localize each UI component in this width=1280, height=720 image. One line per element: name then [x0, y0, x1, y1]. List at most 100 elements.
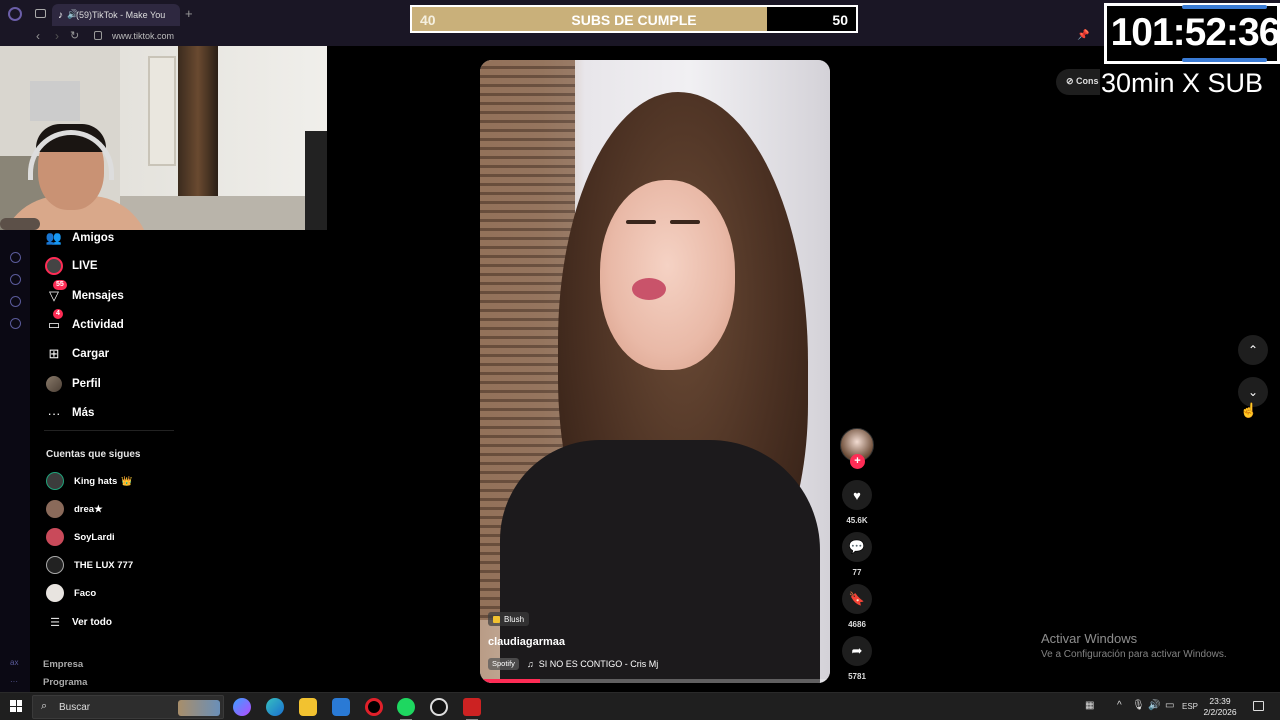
- taskbar-search[interactable]: ⌕ Buscar: [32, 695, 224, 719]
- new-tab-icon[interactable]: +: [185, 6, 193, 21]
- reload-icon[interactable]: ↻: [70, 29, 79, 42]
- save-count: 4686: [848, 620, 866, 629]
- sidebar-item-upload[interactable]: ⊞ Cargar: [44, 343, 110, 365]
- chevron-down-icon: ⌄: [1247, 385, 1259, 399]
- opera-logo-icon[interactable]: [8, 7, 22, 21]
- subs-current: 40: [420, 12, 436, 28]
- sidebar-history-icon[interactable]: [10, 274, 21, 285]
- like-button[interactable]: ♥: [842, 480, 872, 510]
- activity-badge: 4: [53, 309, 63, 319]
- following-name: Faco: [74, 587, 97, 599]
- url-field[interactable]: www.tiktok.com: [112, 31, 174, 41]
- video-tag[interactable]: Blush: [488, 612, 530, 626]
- keyboard-icon[interactable]: ▦: [1085, 700, 1094, 711]
- opera-gx-icon[interactable]: [365, 698, 383, 716]
- comment-button[interactable]: 💬: [842, 532, 872, 562]
- sidebar-item-label: Actividad: [72, 319, 124, 331]
- following-item[interactable]: SoyLardi: [46, 528, 115, 546]
- video-music[interactable]: Spotify ♫ SI NO ES CONTIGO - Cris Mj: [488, 658, 658, 670]
- sidebar-item-profile[interactable]: Perfil: [44, 373, 101, 395]
- back-icon[interactable]: ‹: [36, 29, 40, 43]
- sidebar-extensions-icon[interactable]: [10, 296, 21, 307]
- taskbar-clock[interactable]: 23:39 2/2/2026: [1200, 696, 1240, 718]
- app-x-icon[interactable]: [463, 698, 481, 720]
- following-item[interactable]: King hats 👑: [46, 472, 133, 490]
- following-title: Cuentas que sigues: [46, 449, 141, 460]
- tray-chevron-icon[interactable]: ^: [1117, 700, 1122, 711]
- volume-icon[interactable]: 🔊: [1148, 700, 1160, 711]
- following-item[interactable]: drea★: [46, 500, 103, 518]
- sidebar-item-friends[interactable]: 👥 Amigos: [44, 227, 114, 249]
- comment-count: 77: [852, 568, 862, 577]
- heart-icon: ♥: [853, 487, 861, 503]
- activation-title: Activar Windows: [1041, 631, 1138, 646]
- timer-accent-top: [1182, 5, 1267, 9]
- messages-badge: 55: [53, 280, 67, 290]
- mail-icon[interactable]: [332, 698, 350, 716]
- sidebar-ax-icon[interactable]: ax: [10, 658, 18, 667]
- avatar: [46, 584, 64, 602]
- speaker-icon: 🔊: [67, 9, 79, 19]
- video-player[interactable]: Blush claudiagarmaa Spotify ♫ SI NO ES C…: [480, 60, 830, 683]
- file-explorer-icon[interactable]: [299, 698, 317, 716]
- video-progress[interactable]: [480, 679, 830, 683]
- friends-icon: 👥: [45, 230, 63, 245]
- follow-plus-icon[interactable]: +: [850, 454, 865, 469]
- sidebar-item-label: Cargar: [72, 348, 110, 360]
- obs-icon[interactable]: [430, 698, 448, 716]
- sidebar-item-messages[interactable]: ▽ 55 Mensajes: [44, 280, 124, 307]
- crown-icon: 👑: [121, 475, 133, 486]
- tab-switch-icon[interactable]: [35, 9, 46, 18]
- microphone-icon[interactable]: 🎙: [1132, 700, 1145, 711]
- save-button[interactable]: 🔖: [842, 584, 872, 614]
- following-item[interactable]: THE LUX 777: [46, 556, 133, 574]
- sidebar-settings-icon[interactable]: [10, 318, 21, 329]
- sidebar-player-icon[interactable]: [10, 252, 21, 263]
- notifications-icon[interactable]: [1253, 701, 1264, 711]
- spotify-icon[interactable]: [397, 698, 415, 720]
- footer-link-business[interactable]: Empresa: [43, 659, 83, 670]
- timer-accent-bottom: [1182, 58, 1267, 62]
- share-button[interactable]: ➦: [842, 636, 872, 666]
- spotify-badge: Spotify: [488, 658, 519, 670]
- sidebar-more-icon[interactable]: ···: [10, 677, 18, 686]
- following-name: King hats: [74, 475, 118, 487]
- see-all-link[interactable]: ☰ Ver todo: [46, 616, 112, 629]
- tag-icon: [493, 616, 500, 623]
- video-progress-fill: [480, 679, 540, 683]
- sidebar-item-label: LIVE: [72, 260, 98, 272]
- avatar: [46, 556, 64, 574]
- pin-icon[interactable]: 📌: [1077, 30, 1089, 41]
- music-note-icon: ♫: [526, 659, 534, 669]
- subs-target: 50: [832, 12, 848, 28]
- forward-icon[interactable]: ›: [55, 29, 59, 43]
- chevron-up-icon: ⌃: [1247, 343, 1259, 357]
- tiktok-icon: ♪: [58, 10, 63, 21]
- sidebar-item-activity[interactable]: ▭ 4 Actividad: [44, 309, 124, 336]
- copilot-icon[interactable]: [233, 698, 251, 716]
- footer-link-program[interactable]: Programa: [43, 677, 87, 688]
- cons-button[interactable]: ⊘ Cons: [1056, 69, 1100, 95]
- messages-icon: ▽ 55: [44, 280, 67, 306]
- following-name: SoyLardi: [74, 531, 115, 543]
- activity-icon: ▭ 4: [44, 309, 64, 335]
- sidebar-item-live[interactable]: LIVE: [44, 255, 98, 277]
- lock-icon: [94, 31, 102, 40]
- language-indicator[interactable]: ESP: [1182, 702, 1198, 711]
- like-count: 45.6K: [846, 516, 868, 525]
- windows-start-icon[interactable]: [10, 700, 22, 712]
- edge-icon[interactable]: [266, 698, 284, 716]
- following-item[interactable]: Faco: [46, 584, 96, 602]
- search-illustration: [178, 700, 220, 716]
- activation-subtitle: Ve a Configuración para activar Windows.: [1041, 649, 1227, 660]
- sidebar-item-label: Mensajes: [72, 290, 124, 302]
- subs-goal-bar: SUBS DE CUMPLE 40 50: [410, 5, 858, 33]
- windows-activation-watermark: Activar Windows Ve a Configuración para …: [1041, 631, 1227, 660]
- sidebar-item-more[interactable]: ··· Más: [44, 402, 95, 424]
- browser-tab[interactable]: ♪ 🔊 (59)TikTok - Make You: [52, 4, 180, 26]
- previous-video-button[interactable]: ⌃: [1238, 335, 1268, 365]
- profile-icon: [44, 374, 64, 394]
- video-username[interactable]: claudiagarmaa: [488, 636, 565, 648]
- hand-cursor-icon: ☝: [1240, 402, 1258, 418]
- network-icon[interactable]: ▭: [1165, 700, 1174, 711]
